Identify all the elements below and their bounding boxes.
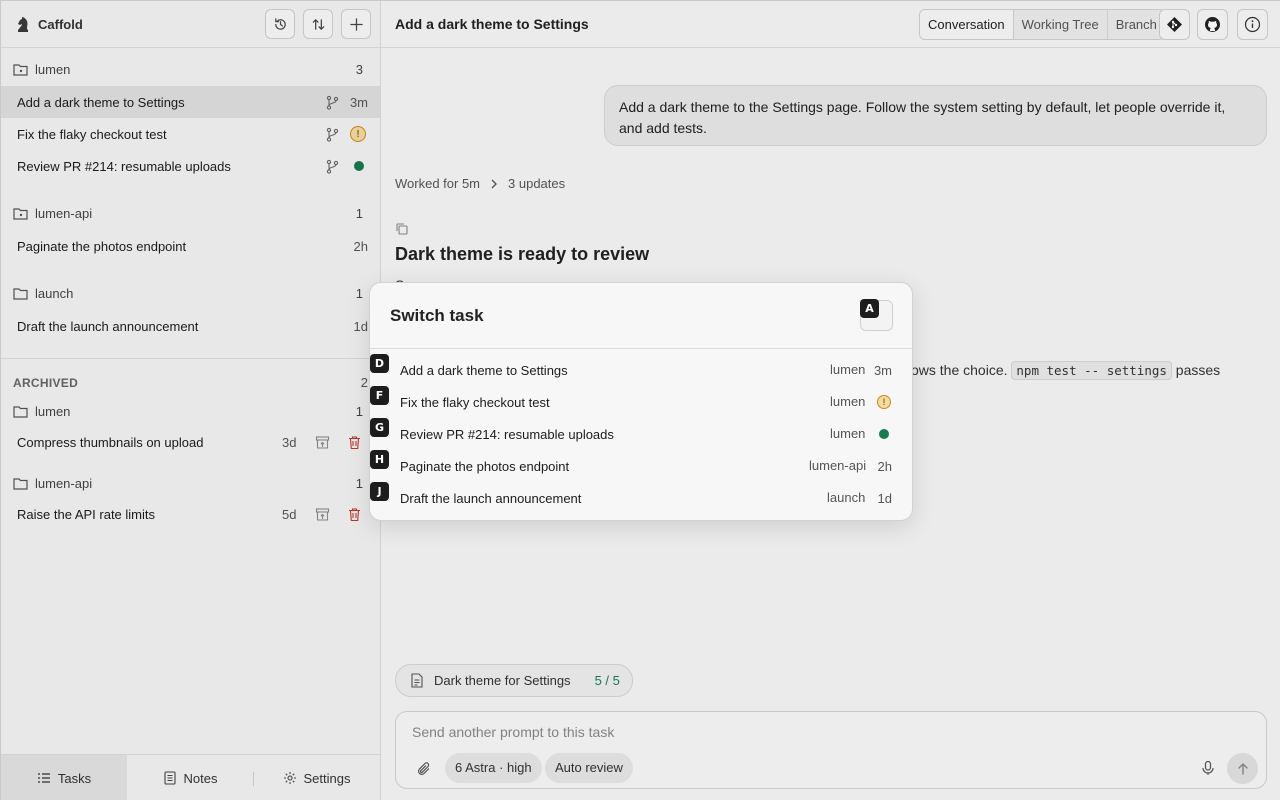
item-label: Review PR #214: resumable uploads [400,427,614,442]
item-label: Draft the launch announcement [400,491,582,506]
item-project: lumen [830,362,866,377]
switch-task-item[interactable]: Add a dark theme to Settings lumen 3m [370,354,912,386]
item-project: lumen-api [809,458,867,473]
item-label: Add a dark theme to Settings [400,363,568,378]
app-window: Caffold lumen 3 Add a dark theme to Sett… [0,0,1280,800]
dialog-title: Switch task [390,306,484,325]
item-label: Fix the flaky checkout test [400,395,550,410]
keyboard-hint-badge: A [860,299,879,318]
attention-status-icon: ! [877,395,891,409]
switch-task-item[interactable]: Fix the flaky checkout test lumen ! [370,386,912,418]
switch-task-item[interactable]: Review PR #214: resumable uploads lumen [370,418,912,450]
switch-task-item[interactable]: Draft the launch announcement launch 1d [370,482,912,514]
switch-task-item[interactable]: Paginate the photos endpoint lumen-api 2… [370,450,912,482]
item-time: 2h [877,459,892,474]
keyboard-hint-badge: D [370,354,389,373]
keyboard-hint-badge: H [370,450,389,469]
item-time: 1d [877,491,892,506]
item-project: launch [827,490,866,505]
keyboard-hint-badge: G [370,418,389,437]
keyboard-hint-badge: J [370,482,389,501]
item-project: lumen [830,394,866,409]
switch-task-dialog: Switch task Add a dark theme to Settings… [369,282,913,521]
item-project: lumen [830,426,866,441]
dialog-separator [370,348,912,349]
item-time: 3m [873,363,892,378]
keyboard-hint-badge: F [370,386,389,405]
item-label: Paginate the photos endpoint [400,459,570,474]
ready-status-dot [879,429,889,439]
